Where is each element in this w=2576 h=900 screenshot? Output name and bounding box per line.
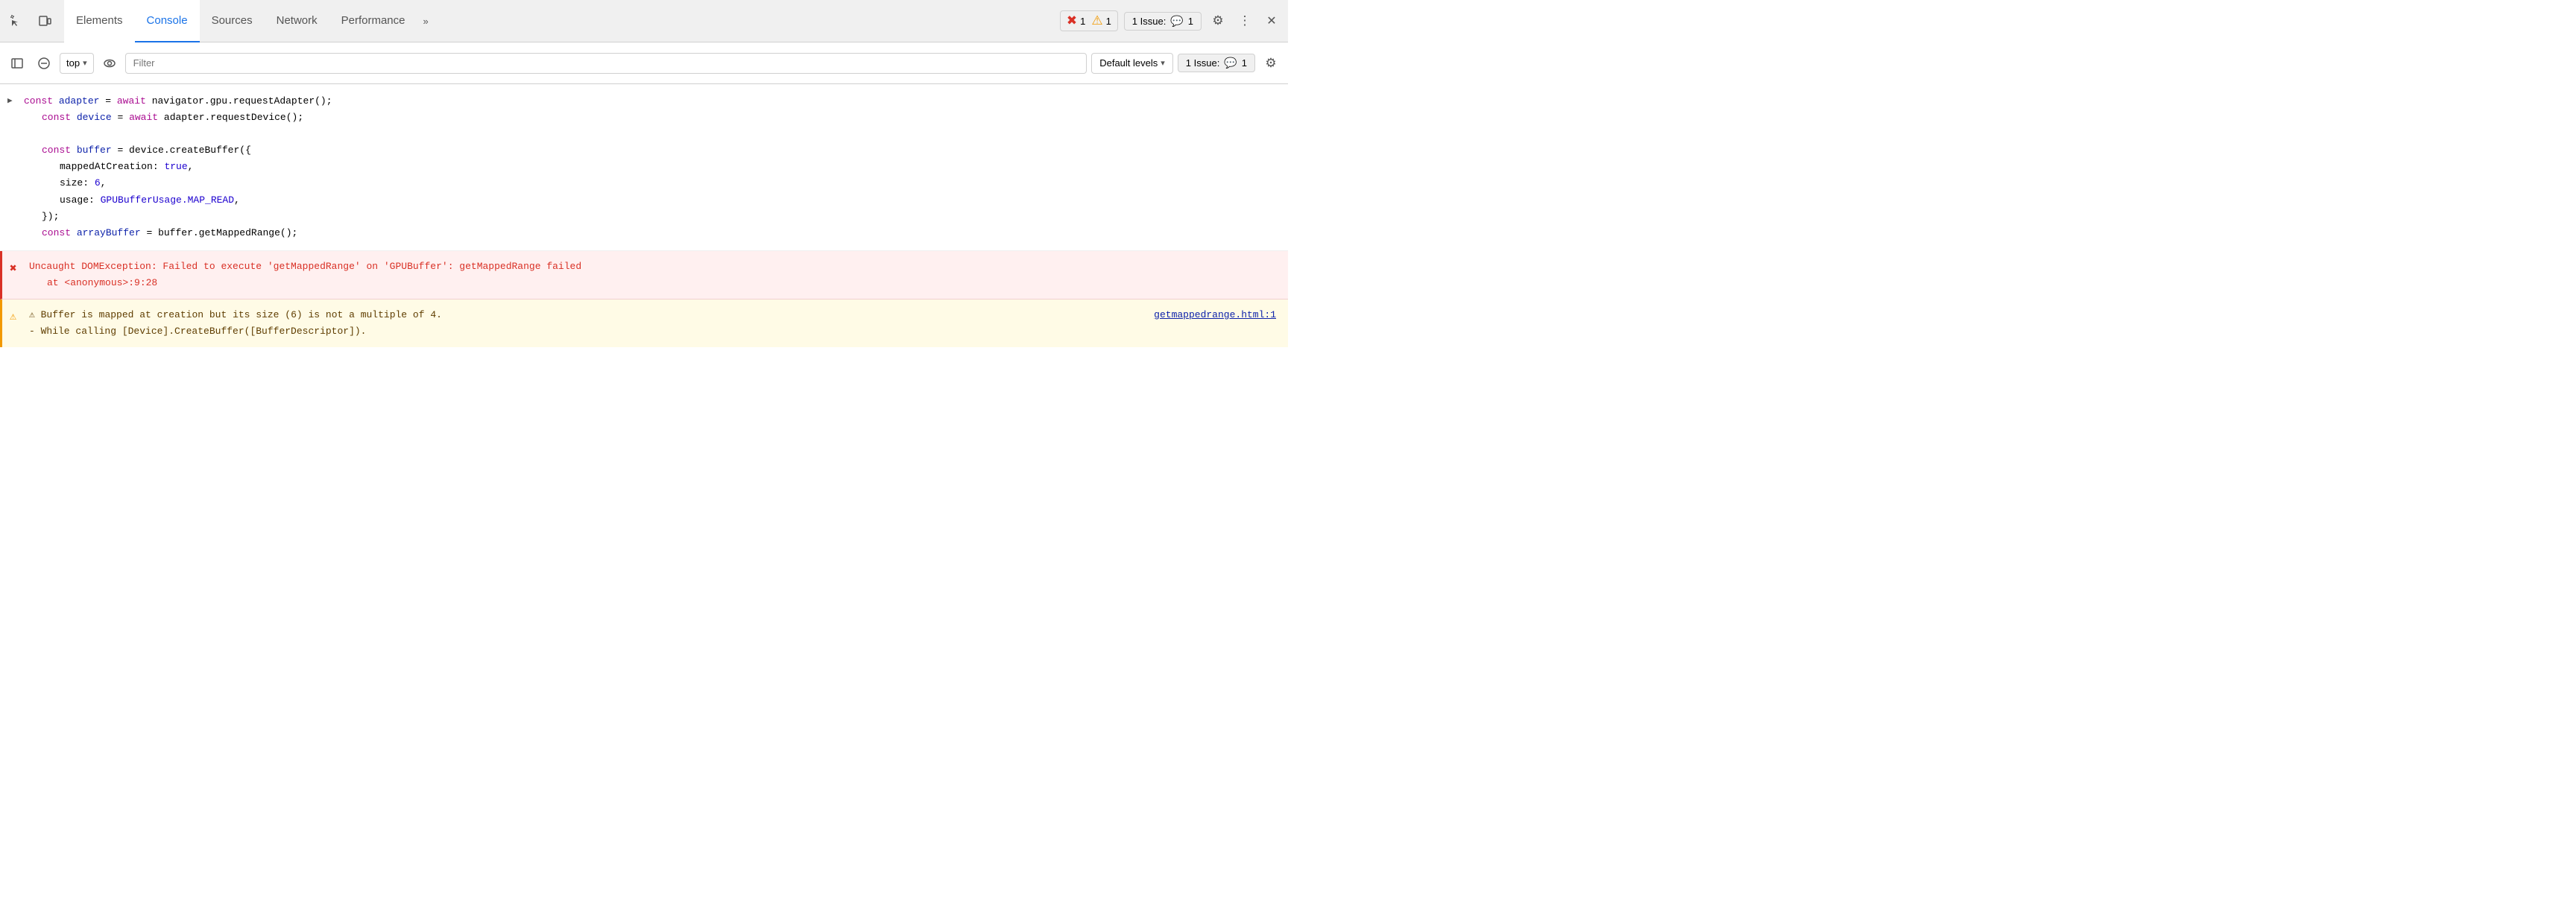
levels-chevron-icon: ▾ [1161,58,1165,68]
console-gear-icon: ⚙ [1265,56,1276,71]
code-line-5: mappedAtCreation: true, [24,159,1276,175]
settings-icon-btn[interactable]: ⚙ [1208,10,1228,31]
toolbar-issue-count: 1 [1242,57,1247,69]
code-line-1: const adapter = await navigator.gpu.requ… [24,93,1276,110]
tab-performance[interactable]: Performance [329,0,417,42]
warn-row: ⚠ ⚠ Buffer is mapped at creation but its… [0,300,1288,347]
warn-line-2: - While calling [Device].CreateBuffer([B… [29,326,366,337]
tab-network[interactable]: Network [265,0,329,42]
tab-console[interactable]: Console [135,0,200,42]
toolbar-info-icon: 💬 [1224,57,1237,69]
issue-badge[interactable]: 1 Issue: 💬 1 [1124,12,1202,31]
clear-icon [37,57,51,70]
expand-arrow-icon[interactable]: ▶ [7,95,13,109]
eye-icon [103,57,116,70]
error-warn-badge-group[interactable]: ✖ 1 ⚠ 1 [1060,10,1118,31]
error-message: Uncaught DOMException: Failed to execute… [29,261,581,272]
gear-icon: ⚙ [1212,13,1223,28]
code-line-9: const arrayBuffer = buffer.getMappedRang… [24,225,1276,241]
toolbar-issue-label: 1 Issue: [1186,57,1220,69]
error-icon: ✖ [10,259,17,279]
warn-link[interactable]: getmappedrange.html:1 [1154,307,1276,323]
devtools-icons [6,10,55,31]
warn-text: ⚠ Buffer is mapped at creation but its s… [29,307,1139,340]
code-line-7: usage: GPUBufferUsage.MAP_READ, [24,192,1276,209]
close-devtools-btn[interactable]: ✕ [1261,10,1282,31]
code-line-6: size: 6, [24,175,1276,191]
tab-bar-right: ✖ 1 ⚠ 1 1 Issue: 💬 1 ⚙ ⋮ ✕ [1060,10,1282,31]
warn-line-1: ⚠ Buffer is mapped at creation but its s… [29,309,442,320]
code-line-4: const buffer = device.createBuffer({ [24,142,1276,159]
context-label: top [66,57,80,69]
more-options-btn[interactable]: ⋮ [1234,10,1255,31]
code-block: ▶ const adapter = await navigator.gpu.re… [0,84,1288,251]
console-settings-btn[interactable]: ⚙ [1260,52,1282,75]
tab-elements[interactable]: Elements [64,0,135,42]
toolbar-issue-badge[interactable]: 1 Issue: 💬 1 [1178,54,1255,72]
inspect-cursor-icon [10,14,23,28]
error-row: ✖ Uncaught DOMException: Failed to execu… [0,251,1288,300]
default-levels-selector[interactable]: Default levels ▾ [1091,53,1173,74]
context-selector[interactable]: top ▾ [60,53,94,74]
info-icon: 💬 [1170,15,1183,28]
error-location: at <anonymous>:9:28 [29,275,1276,291]
eye-btn[interactable] [98,52,121,75]
default-levels-label: Default levels [1099,57,1158,69]
sidebar-toggle-btn[interactable] [6,52,28,75]
code-line-8: }); [24,209,1276,225]
device-icon [38,14,51,28]
console-content: ▶ const adapter = await navigator.gpu.re… [0,84,1288,450]
more-vert-icon: ⋮ [1239,13,1251,28]
code-line-blank [24,126,1276,142]
tab-sources[interactable]: Sources [200,0,265,42]
code-line-2: const device = await adapter.requestDevi… [24,110,1276,126]
console-toolbar: top ▾ Default levels ▾ 1 Issue: 💬 1 ⚙ [0,42,1288,84]
error-circle-icon: ✖ [1067,13,1077,28]
chevron-down-icon: ▾ [83,58,87,68]
tab-bar: Elements Console Sources Network Perform… [0,0,1288,42]
inspect-icon-btn[interactable] [6,10,27,31]
warn-triangle-icon: ⚠ [10,308,16,327]
warn-triangle-icon: ⚠ [1091,13,1102,28]
clear-console-btn[interactable] [33,52,55,75]
error-count: 1 [1080,16,1085,27]
device-toggle-btn[interactable] [34,10,55,31]
close-icon: ✕ [1266,13,1276,28]
filter-input[interactable] [125,53,1087,74]
issue-label: 1 Issue: [1132,16,1167,27]
issue-count: 1 [1188,16,1193,27]
sidebar-icon [10,57,24,70]
warn-count: 1 [1106,16,1111,27]
more-tabs-btn[interactable]: » [417,0,435,42]
